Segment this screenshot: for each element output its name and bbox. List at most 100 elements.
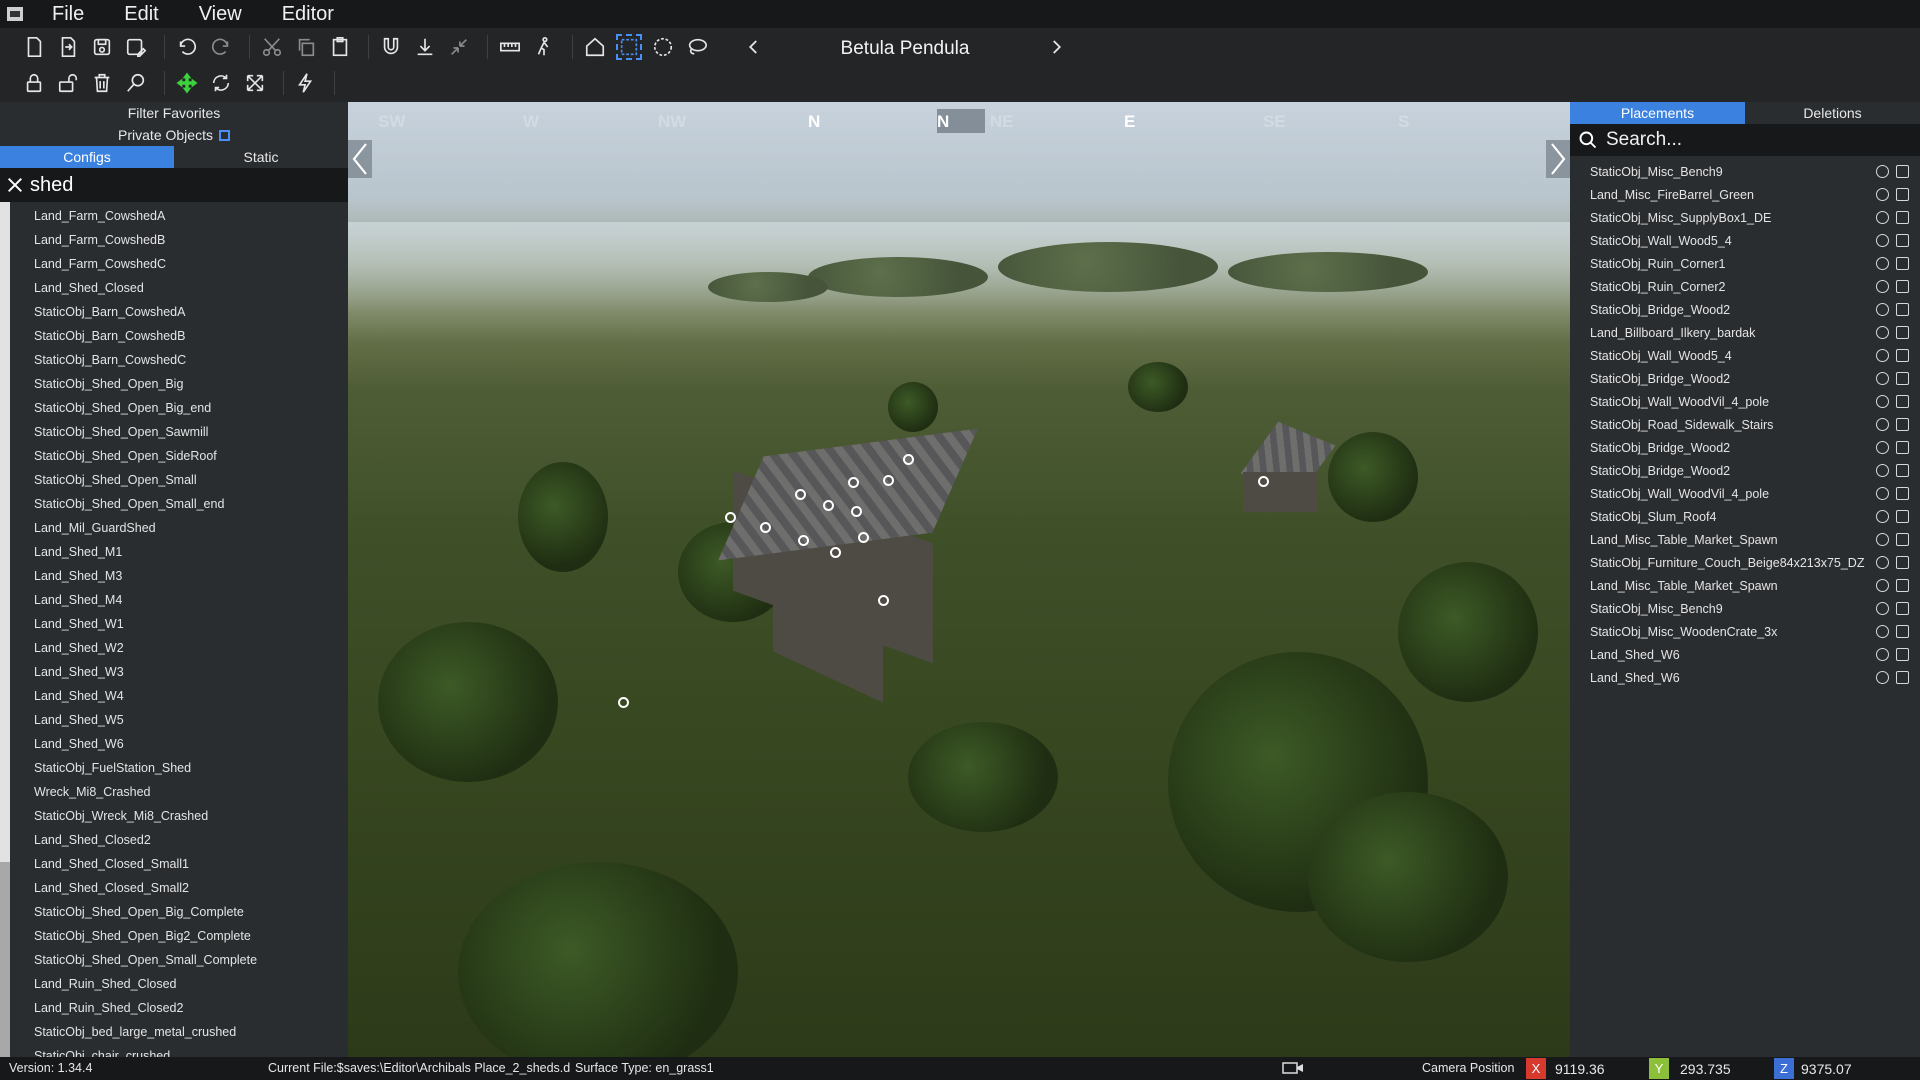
previous-object-button[interactable] [745,38,763,61]
placement-row[interactable]: StaticObj_Bridge_Wood2 [1570,436,1920,459]
globe-icon[interactable] [1876,510,1889,523]
globe-icon[interactable] [1876,395,1889,408]
cube-icon[interactable] [1896,395,1909,408]
scrollbar-thumb[interactable] [0,862,10,1057]
placement-row[interactable]: StaticObj_Bridge_Wood2 [1570,367,1920,390]
cube-icon[interactable] [1896,349,1909,362]
unlock-icon[interactable] [54,69,82,97]
lasso-select-icon[interactable] [683,33,711,61]
ruler-icon[interactable] [496,33,524,61]
placement-row[interactable]: Land_Billboard_Ilkery_bardak [1570,321,1920,344]
list-item[interactable]: StaticObj_Shed_Open_Big_Complete [34,900,257,924]
magnet-icon[interactable] [377,33,405,61]
globe-icon[interactable] [1876,579,1889,592]
globe-icon[interactable] [1876,418,1889,431]
cube-icon[interactable] [1896,257,1909,270]
globe-icon[interactable] [1876,602,1889,615]
placement-row[interactable]: StaticObj_Misc_WoodenCrate_3x [1570,620,1920,643]
cube-icon[interactable] [1896,326,1909,339]
search-object-icon[interactable] [122,69,150,97]
cube-icon[interactable] [1896,510,1909,523]
list-item[interactable]: Wreck_Mi8_Crashed [34,780,257,804]
object-marker[interactable] [848,477,859,488]
save-as-icon[interactable] [122,33,150,61]
list-item[interactable]: StaticObj_Barn_CowshedB [34,324,257,348]
globe-icon[interactable] [1876,326,1889,339]
globe-icon[interactable] [1876,533,1889,546]
globe-icon[interactable] [1876,487,1889,500]
cube-icon[interactable] [1896,556,1909,569]
object-marker[interactable] [903,454,914,465]
object-marker[interactable] [798,535,809,546]
object-marker[interactable] [760,522,771,533]
placements-search-input[interactable]: Search... [1606,129,1682,151]
list-item[interactable]: StaticObj_Barn_CowshedC [34,348,257,372]
drop-to-ground-icon[interactable] [411,33,439,61]
cube-icon[interactable] [1896,372,1909,385]
object-marker[interactable] [830,547,841,558]
menu-edit[interactable]: Edit [124,3,158,26]
list-item[interactable]: StaticObj_Barn_CowshedA [34,300,257,324]
box-select-icon[interactable] [615,33,643,61]
undo-icon[interactable] [173,33,201,61]
globe-icon[interactable] [1876,211,1889,224]
3d-viewport[interactable]: SW W NW N N NE E SE S [348,102,1570,1057]
object-marker[interactable] [795,489,806,500]
circle-select-icon[interactable] [649,33,677,61]
object-marker[interactable] [823,500,834,511]
list-item[interactable]: Land_Shed_Closed2 [34,828,257,852]
list-item[interactable]: StaticObj_Wreck_Mi8_Crashed [34,804,257,828]
list-item[interactable]: Land_Shed_W5 [34,708,257,732]
object-marker[interactable] [618,697,629,708]
placement-row[interactable]: StaticObj_Wall_WoodVil_4_pole [1570,390,1920,413]
list-item[interactable]: Land_Shed_M3 [34,564,257,588]
globe-icon[interactable] [1876,648,1889,661]
open-file-icon[interactable] [54,33,82,61]
list-item[interactable]: Land_Shed_W2 [34,636,257,660]
list-item[interactable]: StaticObj_Shed_Open_Sawmill [34,420,257,444]
cube-icon[interactable] [1896,280,1909,293]
filter-favorites-button[interactable]: Filter Favorites [0,102,348,124]
globe-icon[interactable] [1876,556,1889,569]
object-marker[interactable] [851,506,862,517]
globe-icon[interactable] [1876,671,1889,684]
list-item[interactable]: Land_Shed_W3 [34,660,257,684]
cube-icon[interactable] [1896,579,1909,592]
private-objects-checkbox[interactable] [218,130,230,141]
placement-row[interactable]: StaticObj_Ruin_Corner2 [1570,275,1920,298]
globe-icon[interactable] [1876,257,1889,270]
viewport-left-arrow[interactable] [348,140,372,178]
cube-icon[interactable] [1896,671,1909,684]
next-object-button[interactable] [1047,38,1065,61]
list-item[interactable]: Land_Mil_GuardShed [34,516,257,540]
cube-icon[interactable] [1896,441,1909,454]
menu-view[interactable]: View [199,3,242,26]
list-item[interactable]: Land_Farm_CowshedC [34,252,257,276]
rotate-icon[interactable] [207,69,235,97]
cube-icon[interactable] [1896,602,1909,615]
object-marker[interactable] [858,532,869,543]
cube-icon[interactable] [1896,188,1909,201]
placement-row[interactable]: Land_Misc_Table_Market_Spawn [1570,574,1920,597]
list-item[interactable]: StaticObj_Shed_Open_Small_end [34,492,257,516]
list-item[interactable]: Land_Ruin_Shed_Closed [34,972,257,996]
list-item[interactable]: StaticObj_Shed_Open_Big [34,372,257,396]
list-item[interactable]: Land_Shed_Closed_Small1 [34,852,257,876]
cube-icon[interactable] [1896,211,1909,224]
clear-search-button[interactable] [0,176,30,194]
globe-icon[interactable] [1876,625,1889,638]
tab-static[interactable]: Static [174,146,348,168]
list-item[interactable]: StaticObj_FuelStation_Shed [34,756,257,780]
delete-icon[interactable] [88,69,116,97]
object-search-input[interactable]: shed [30,174,73,197]
list-item[interactable]: StaticObj_bed_large_metal_crushed [34,1020,257,1044]
viewport-right-arrow[interactable] [1546,140,1570,178]
cube-icon[interactable] [1896,303,1909,316]
walk-icon[interactable] [530,33,558,61]
placement-row[interactable]: StaticObj_Bridge_Wood2 [1570,298,1920,321]
placement-row[interactable]: StaticObj_Wall_Wood5_4 [1570,344,1920,367]
object-marker[interactable] [1258,476,1269,487]
list-item[interactable]: Land_Shed_M1 [34,540,257,564]
home-icon[interactable] [581,33,609,61]
placement-row[interactable]: Land_Shed_W6 [1570,666,1920,689]
